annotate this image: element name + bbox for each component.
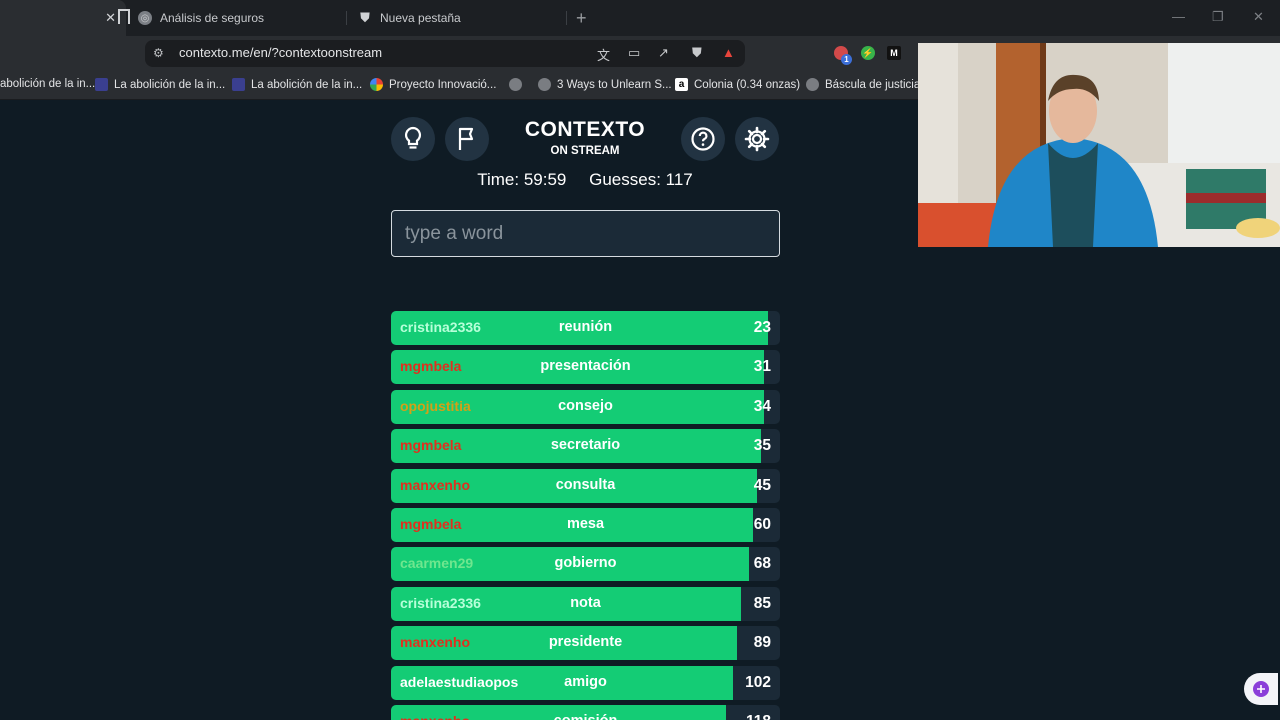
app-logo: CONTEXTO ON STREAM [505,118,665,157]
settings-button[interactable] [735,117,779,161]
brain-icon [1253,681,1269,697]
guess-rank: 102 [745,674,771,691]
document-icon [95,78,108,91]
bookmark-item[interactable]: Báscula de justicia... [806,78,930,91]
guess-rank: 68 [753,555,771,572]
guess-word: gobierno [554,555,617,571]
guess-word: consejo [558,398,613,414]
bookmark-item[interactable] [509,78,528,91]
hint-button[interactable] [391,117,435,161]
tab-divider [566,11,567,25]
question-icon [691,127,715,151]
url-text[interactable]: contexto.me/en/?contextoonstream [179,45,382,60]
guess-rank: 85 [753,595,771,612]
document-icon [232,78,245,91]
chatgpt-favicon-icon: ◎ [138,11,152,25]
new-tab-button[interactable]: + [576,8,587,29]
tab-analisis[interactable]: ◎ Análisis de seguros [138,0,264,36]
bookmark-item[interactable]: abolición de la in... [0,78,95,90]
guess-rank: 60 [753,516,771,533]
restore-icon[interactable]: ❐ [1212,9,1224,25]
bookmark-item[interactable]: La abolición de la in... [232,78,362,91]
guess-row: mgmbela presentación 31 [391,350,780,384]
guess-rank: 23 [753,319,771,336]
globe-icon [538,78,551,91]
guess-row: mgmbela mesa 60 [391,508,780,542]
guess-row: opojustitia consejo 34 [391,390,780,424]
colorful-globe-icon [370,78,383,91]
window-close-icon[interactable]: ✕ [1253,9,1264,25]
brave-shield-icon: ⛊ [360,10,370,25]
medium-extension-icon[interactable]: M [887,46,901,60]
guess-row: adelaestudiaopos amigo 102 [391,666,780,700]
guess-rank: 89 [753,634,771,651]
guess-word: amigo [564,674,607,690]
bookmark-item[interactable]: Proyecto Innovació... [370,78,496,91]
guess-word: presidente [548,634,623,650]
cast-icon[interactable]: ▭ [628,45,640,61]
translate-icon[interactable]: 文 [597,45,610,64]
tab-close-icon[interactable]: ✕ [105,10,116,26]
guess-row: cristina2336 nota 85 [391,587,780,621]
guess-word: mesa [566,516,605,532]
guess-count: Guesses: 117 [589,170,693,189]
guess-row: cristina2336 reunión 23 [391,311,780,345]
guess-rank: 31 [753,358,771,375]
brave-shields-icon[interactable]: ⛊ [692,45,702,61]
guess-word: consulta [555,477,616,493]
app-title: CONTEXTO [524,118,646,141]
timer: Time: 59:59 [477,170,567,189]
bookmark-icon[interactable] [118,9,130,24]
assistant-launcher[interactable] [1244,673,1278,705]
minimize-icon[interactable]: — [1172,9,1185,24]
tab-strip: ✕ ◎ Análisis de seguros ⛊ Nueva pestaña … [0,0,1280,36]
webcam-image [918,43,1280,247]
guess-row: manxenho presidente 89 [391,626,780,660]
guess-word: nota [570,595,601,611]
extension-badge: 1 [841,54,852,65]
guess-row: manxenhocomisión118 [391,705,780,720]
guess-row: manxenho consulta 45 [391,469,780,503]
extension-bolt-icon[interactable]: ⚡ [861,46,875,60]
guess-word: reunión [558,319,613,335]
guess-word: presentación [540,358,631,374]
guess-word: comisión [391,713,780,720]
give-up-button[interactable] [445,117,489,161]
bookmark-item[interactable]: a Colonia (0.34 onzas) [675,78,800,91]
guess-rank: 118 [746,713,771,720]
tab-title: Análisis de seguros [160,11,265,25]
word-input[interactable] [391,210,780,257]
bookmark-item[interactable]: 3 Ways to Unlearn S... [538,78,672,91]
share-icon[interactable]: ↗ [658,45,669,61]
app-subtitle: ON STREAM [550,145,620,157]
tab-nueva[interactable]: ⛊ Nueva pestaña [358,0,461,36]
globe-icon [806,78,819,91]
tab-active[interactable]: ✕ [0,0,126,36]
guess-row: caarmen29 gobierno 68 [391,547,780,581]
brave-rewards-icon[interactable]: ▲ [722,45,735,60]
guess-rank: 45 [753,477,771,494]
tab-title: Nueva pestaña [380,11,461,25]
site-settings-icon[interactable]: ⚙ [153,46,164,60]
tab-divider [346,11,347,25]
bookmark-item[interactable]: La abolición de la in... [95,78,225,91]
guess-word: secretario [550,437,621,453]
amazon-icon: a [675,78,688,91]
guess-row: mgmbela secretario 35 [391,429,780,463]
guess-rank: 34 [753,398,771,415]
guess-rank: 35 [753,437,771,454]
flag-icon [458,127,474,150]
gear-icon [744,126,770,152]
game-stats: Time: 59:59 Guesses: 117 [391,170,779,190]
help-button[interactable] [681,117,725,161]
globe-icon [509,78,522,91]
lightbulb-icon [404,126,422,149]
webcam-overlay [918,43,1280,247]
